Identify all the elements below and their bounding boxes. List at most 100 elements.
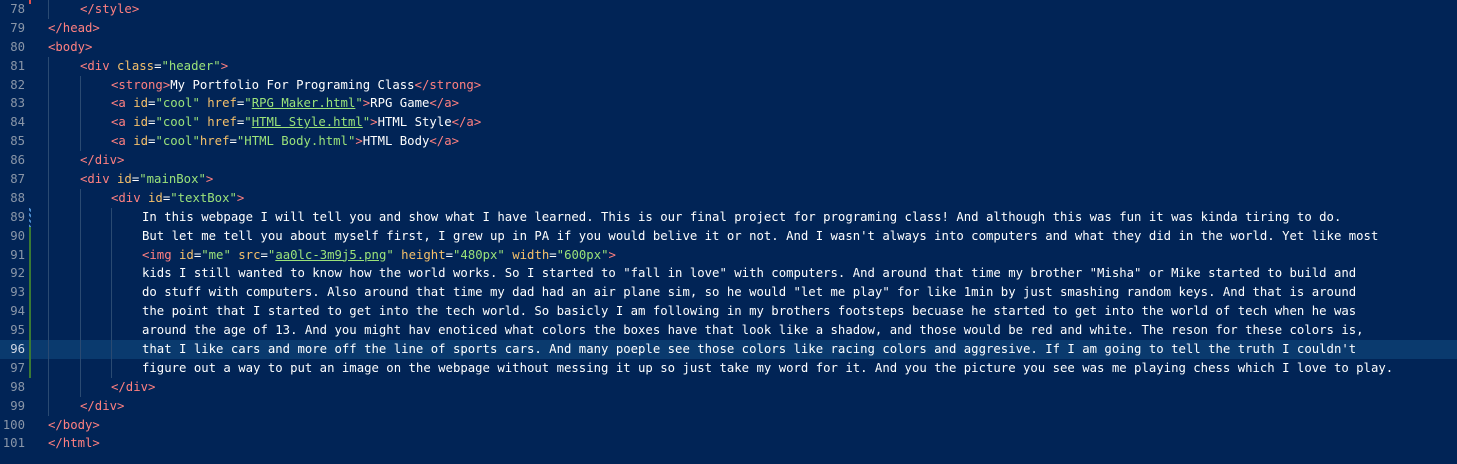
line-number: 85 — [10, 134, 25, 149]
indent-guide — [80, 264, 81, 284]
diff-indicator — [29, 358, 31, 378]
code-line[interactable]: 84 <a id="cool" href="HTML Style.html">H… — [0, 113, 1457, 133]
diff-indicator — [29, 321, 31, 341]
indent-guide — [80, 377, 81, 397]
code-line[interactable]: 82 <strong>My Portfolio For Programing C… — [0, 75, 1457, 95]
html-attribute: id — [117, 172, 132, 187]
html-attribute: height — [393, 247, 446, 262]
indent-guide — [111, 321, 112, 341]
html-tag: <a — [111, 115, 134, 130]
indent-guide — [80, 226, 81, 246]
code-text: </style> — [80, 0, 139, 19]
html-tag: <body> — [48, 39, 93, 54]
line-number: 101 — [2, 436, 25, 451]
diff-indicator — [29, 283, 31, 303]
line-number: 93 — [10, 285, 25, 300]
html-tag: > — [608, 247, 616, 262]
code-line[interactable]: 86 </div> — [0, 151, 1457, 171]
html-tag: </head> — [48, 20, 100, 35]
attribute-value: "me" — [201, 247, 231, 262]
indent-guide — [48, 207, 49, 227]
code-line[interactable]: 79 </head> — [0, 19, 1457, 38]
code-line[interactable]: 101 </html> — [0, 434, 1457, 453]
code-text: </div> — [111, 378, 155, 397]
code-line[interactable]: 100 </body> — [0, 416, 1457, 435]
diff-indicator — [29, 245, 31, 265]
code-text: </body> — [48, 416, 100, 435]
code-line[interactable]: 81 <div class="header"> — [0, 56, 1457, 76]
code-line[interactable]: 90 But let me tell you about myself firs… — [0, 226, 1457, 246]
code-text: <body> — [48, 38, 92, 57]
quote-mark: " — [355, 96, 363, 111]
src-link[interactable]: aa0lc-3m9j5.png — [275, 248, 386, 262]
line-number: 80 — [10, 39, 25, 54]
indent-guide — [80, 358, 81, 378]
code-line[interactable]: 98 </div> — [0, 377, 1457, 397]
code-text: <a id="cool"href="HTML Body.html">HTML B… — [111, 132, 459, 151]
code-line[interactable]: 78 </style> — [0, 0, 1457, 19]
code-line[interactable]: 97 figure out a way to put an image on t… — [0, 358, 1457, 378]
code-line[interactable]: 83 <a id="cool" href="RPG Maker.html">RP… — [0, 94, 1457, 114]
equals-sign: = — [260, 247, 268, 262]
diff-indicator — [29, 340, 31, 359]
indent-guide — [80, 207, 81, 227]
indent-guide — [80, 340, 81, 359]
code-line[interactable]: 95 around the age of 13. And you might h… — [0, 321, 1457, 341]
indent-guide — [48, 132, 49, 152]
attribute-value: "textBox" — [170, 190, 237, 205]
indent-guide — [48, 75, 49, 95]
indent-guide — [48, 94, 49, 114]
indent-guide — [80, 188, 81, 208]
code-text: In this webpage I will tell you and show… — [142, 209, 1342, 224]
code-text: <a id="cool" href="HTML Style.html">HTML… — [111, 113, 481, 132]
html-attribute: id — [148, 190, 163, 205]
code-line[interactable]: 92 kids I still wanted to know how the w… — [0, 264, 1457, 284]
attribute-value: "cool" — [155, 96, 200, 111]
code-text: that I like cars and more off the line o… — [142, 342, 1357, 357]
html-tag: </body> — [48, 417, 100, 432]
code-line[interactable]: 87 <div id="mainBox"> — [0, 170, 1457, 189]
code-editor[interactable]: 78 </style> 79 </head> 80 <body> 81 <div… — [0, 0, 1457, 464]
element-text: My Portfolio For Programing Class — [170, 77, 415, 92]
line-number: 83 — [10, 96, 25, 111]
code-line[interactable]: 91 <img id="me" src="aa0lc-3m9j5.png" he… — [0, 245, 1457, 265]
indent-guide — [111, 283, 112, 303]
code-text: </div> — [80, 151, 124, 170]
href-link[interactable]: RPG Maker.html — [252, 96, 356, 110]
html-attribute: id — [179, 247, 194, 262]
code-text: But let me tell you about myself first, … — [142, 228, 1379, 243]
code-line[interactable]: 88 <div id="textBox"> — [0, 188, 1457, 208]
code-text: <div id="textBox"> — [111, 189, 244, 208]
diff-indicator — [29, 302, 31, 322]
html-tag: > — [220, 58, 229, 73]
indent-guide — [48, 396, 49, 416]
indent-guide — [48, 151, 49, 171]
indent-guide — [80, 283, 81, 303]
href-link[interactable]: HTML Style.html — [252, 115, 363, 129]
indent-guide — [80, 113, 81, 133]
indent-guide — [48, 283, 49, 303]
html-tag: <div — [80, 172, 118, 187]
html-tag: </div> — [111, 379, 156, 394]
line-number: 81 — [10, 58, 25, 73]
code-line-current[interactable]: 96 that I like cars and more off the lin… — [0, 340, 1457, 359]
code-line[interactable]: 85 <a id="cool"href="HTML Body.html">HTM… — [0, 132, 1457, 152]
quote-mark: " — [244, 96, 252, 111]
code-line[interactable]: 93 do stuff with computers. Also around … — [0, 283, 1457, 303]
code-line[interactable]: 89 In this webpage I will tell you and s… — [0, 207, 1457, 227]
html-tag: > — [205, 172, 214, 187]
element-text: RPG Game — [370, 96, 430, 111]
html-tag: </a> — [451, 115, 482, 130]
html-tag: </html> — [48, 436, 100, 451]
code-text: </div> — [80, 397, 124, 416]
indent-guide — [48, 245, 49, 265]
code-line[interactable]: 99 </div> — [0, 396, 1457, 416]
indent-guide — [48, 188, 49, 208]
code-line[interactable]: 80 <body> — [0, 38, 1457, 57]
equals-sign: = — [229, 134, 237, 149]
indent-guide — [80, 132, 81, 152]
line-number: 82 — [10, 77, 25, 92]
code-line[interactable]: 94 the point that I started to get into … — [0, 302, 1457, 322]
code-text: <div class="header"> — [80, 57, 228, 76]
diff-indicator — [29, 264, 31, 284]
